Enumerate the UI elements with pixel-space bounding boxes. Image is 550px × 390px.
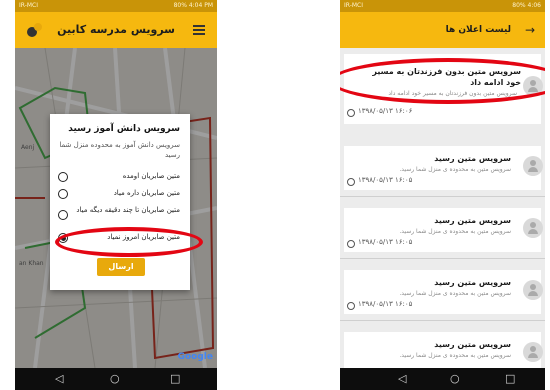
status-info: 80% 4:06 [512,2,541,9]
avatar-icon [523,280,543,300]
highlight-oval [55,227,203,257]
back-nav-icon[interactable]: ◁ [398,368,406,390]
radio-button[interactable] [58,210,68,220]
notification-title: سرویس متین رسید [434,278,511,287]
notification-card[interactable]: سرویس متین رسید سرویس متین به محدوده ی م… [344,332,543,368]
avatar-icon [523,218,543,238]
notification-time: ۱۳۹۸/۰۵/۱۳ ۱۶:۰۵ [358,238,413,246]
app-title: سرویس مدرسه کابین [57,23,175,36]
home-nav-icon[interactable]: ○ [450,368,460,390]
notification-body: سرویس متین به محدوده ی منزل شما رسید. [399,228,511,235]
carrier-label: IR-MCI [19,2,38,9]
option-label: متین صابریان داره میاد [113,189,180,197]
clock-icon [347,240,355,248]
clock-icon [347,109,355,117]
system-nav-bar: ◁ ○ □ [15,368,217,390]
clock-icon [347,302,355,310]
app-bar: سرویس مدرسه کابین [15,12,217,48]
dialog-message: سرویس دانش آموز به محدوده منزل شما رسید [59,141,180,159]
divider [340,196,545,197]
notification-title: سرویس متین رسید [434,340,511,349]
notification-card[interactable]: سرویس متین رسید سرویس متین به محدوده ی م… [344,146,543,190]
radio-button[interactable] [58,172,68,182]
notification-time: ۱۳۹۸/۰۵/۱۳ ۱۶:۰۵ [358,176,413,184]
status-bar: IR-MCI 80% 4:04 PM [15,0,217,12]
profile-notification-icon[interactable] [25,22,43,38]
status-bar: IR-MCI 80% 4:06 [340,0,545,12]
home-nav-icon[interactable]: ○ [110,368,120,390]
send-button[interactable]: ارسال [97,258,145,276]
avatar-icon [523,156,543,176]
back-arrow-icon[interactable]: → [525,12,535,48]
option-label: متین صابریان تا چند دقیقه دیگه میاد [76,206,180,214]
notification-time: ۱۳۹۸/۰۵/۱۳ ۱۶:۰۵ [358,300,413,308]
option-arrived[interactable]: متین صابریان اومده [56,172,180,182]
system-nav-bar: ◁ ○ □ [340,368,545,390]
notification-title: سرویس متین رسید [434,154,511,163]
divider [340,320,545,321]
notification-card[interactable]: سرویس متین رسید سرویس متین به محدوده ی م… [344,270,543,314]
notification-title: سرویس متین رسید [434,216,511,225]
notification-card[interactable]: سرویس متین رسید سرویس متین به محدوده ی م… [344,208,543,252]
right-phone-screen: IR-MCI 80% 4:06 → لیست اعلان ها سرویس مت… [340,0,545,390]
highlight-oval [340,58,545,104]
notification-body: سرویس متین به محدوده ی منزل شما رسید. [399,290,511,297]
google-logo: Google [177,352,213,362]
notification-body: سرویس متین به محدوده ی منزل شما رسید. [399,352,511,359]
menu-icon[interactable] [193,25,205,35]
left-phone-screen: IR-MCI 80% 4:04 PM سرویس مدرسه کابین Aen… [15,0,217,390]
page-title: لیست اعلان ها [445,25,511,35]
avatar-icon [523,342,543,362]
status-dialog: سرویس دانش آموز رسید سرویس دانش آموز به … [50,114,190,290]
recents-nav-icon[interactable]: □ [505,368,515,390]
app-bar: → لیست اعلان ها [340,12,545,48]
back-nav-icon[interactable]: ◁ [55,368,63,390]
option-label: متین صابریان اومده [122,172,180,180]
notification-body: سرویس متین به محدوده ی منزل شما رسید. [399,166,511,173]
clock-icon [347,178,355,186]
radio-button[interactable] [58,189,68,199]
carrier-label: IR-MCI [344,2,363,9]
notification-time: ۱۳۹۸/۰۵/۱۳ ۱۶:۰۶ [358,107,413,115]
status-info: 80% 4:04 PM [173,2,213,9]
dialog-title: سرویس دانش آموز رسید [68,124,180,134]
recents-nav-icon[interactable]: □ [170,368,180,390]
option-coming[interactable]: متین صابریان داره میاد [56,189,180,199]
divider [340,258,545,259]
option-few-minutes[interactable]: متین صابریان تا چند دقیقه دیگه میاد [56,206,180,220]
